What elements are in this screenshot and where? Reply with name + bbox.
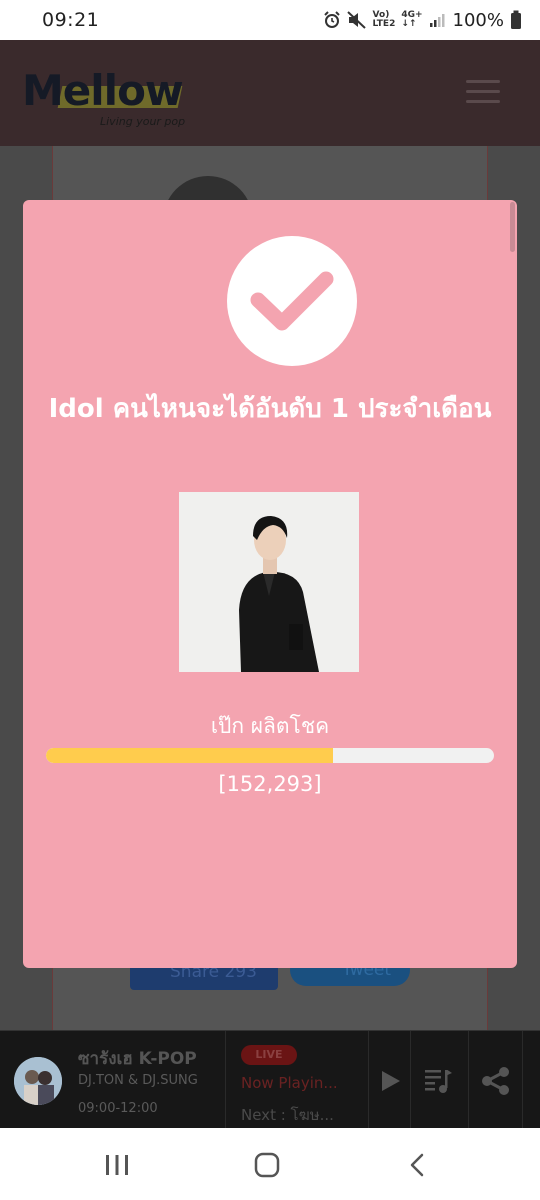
play-icon[interactable] <box>374 1065 406 1097</box>
battery-icon <box>511 10 521 29</box>
divider <box>468 1031 469 1129</box>
vote-result-modal: Idol คนไหนจะได้อันดับ 1 ประจำเดือน เป๊ก … <box>23 200 517 968</box>
show-title: ซารังเฮ K-POP <box>78 1049 197 1069</box>
mini-player: ซารังเฮ K-POP DJ.TON & DJ.SUNG 09:00-12:… <box>0 1030 540 1129</box>
divider <box>522 1031 523 1129</box>
menu-line <box>466 100 500 103</box>
status-bar: 09:21 Vo) LTE2 4G+ ↓↑ 100% <box>0 0 540 40</box>
hamburger-icon[interactable] <box>466 80 500 104</box>
modal-title: Idol คนไหนจะได้อันดับ 1 ประจำเดือน <box>48 394 492 424</box>
mute-icon <box>346 11 366 29</box>
site-logo[interactable]: Mellow <box>22 66 184 115</box>
idol-name: เป๊ก ผลิตโชค <box>210 714 330 738</box>
menu-line <box>466 90 500 93</box>
live-badge: LIVE <box>241 1045 297 1065</box>
data-arrows: ↓↑ <box>401 19 417 29</box>
vote-progress-fill <box>46 748 333 763</box>
divider <box>368 1031 369 1129</box>
checkmark-icon <box>250 271 334 331</box>
share-icon[interactable] <box>480 1065 512 1097</box>
modal-scrollbar[interactable] <box>510 202 515 252</box>
battery-percent: 100% <box>452 9 504 31</box>
divider <box>225 1031 226 1129</box>
network-label: Vo) LTE2 <box>373 11 396 29</box>
site-header: Mellow Living your pop <box>0 40 540 146</box>
vote-count: [152,293] <box>218 772 322 796</box>
show-djs: DJ.TON & DJ.SUNG <box>78 1073 198 1088</box>
status-time: 09:21 <box>42 9 100 31</box>
divider <box>410 1031 411 1129</box>
next-up: Next : โฆษ... <box>241 1106 334 1124</box>
show-time: 09:00-12:00 <box>78 1101 158 1116</box>
signal-icon <box>429 14 445 27</box>
network-type: 4G+ ↓↑ <box>401 11 422 29</box>
now-playing: Now Playin... <box>241 1074 338 1092</box>
site-tagline: Living your pop <box>100 115 186 128</box>
show-artwork <box>14 1057 62 1105</box>
show-avatar[interactable] <box>14 1057 62 1105</box>
checkmark-circle <box>227 236 357 366</box>
alarm-icon <box>323 11 340 28</box>
network-label-bottom: LTE2 <box>372 19 396 29</box>
recent-apps-icon[interactable] <box>102 1152 132 1178</box>
menu-line <box>466 80 500 83</box>
idol-portrait <box>179 492 359 672</box>
back-icon[interactable] <box>402 1152 432 1178</box>
playlist-icon[interactable] <box>422 1065 454 1097</box>
home-icon[interactable] <box>252 1152 282 1178</box>
idol-photo <box>179 492 359 672</box>
vote-progress-bar <box>46 748 494 763</box>
android-nav-bar <box>0 1128 540 1200</box>
status-icons: Vo) LTE2 4G+ ↓↑ 100% <box>323 10 522 31</box>
